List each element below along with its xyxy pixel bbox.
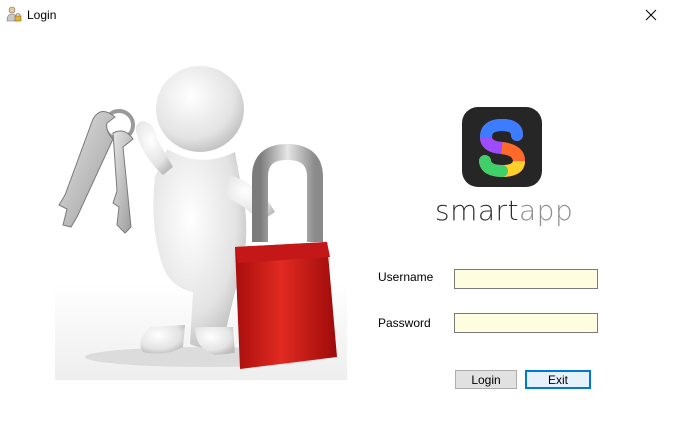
- username-input[interactable]: [454, 269, 598, 289]
- username-label: Username: [378, 270, 434, 284]
- password-input[interactable]: [454, 313, 598, 333]
- padlock-icon: [235, 143, 337, 369]
- app-logo-icon: [462, 107, 542, 187]
- password-label: Password: [378, 316, 431, 330]
- title-bar: Login: [0, 0, 674, 30]
- exit-button[interactable]: Exit: [525, 370, 591, 389]
- user-lock-icon: [6, 6, 22, 22]
- app-logo-wordmark: smartapp: [435, 194, 573, 227]
- close-button[interactable]: [628, 0, 674, 30]
- logo-word-secondary: app: [519, 194, 574, 227]
- login-button[interactable]: Login: [455, 370, 517, 389]
- keys-icon: [58, 109, 135, 234]
- hero-image: [55, 57, 347, 380]
- window-title: Login: [27, 8, 57, 22]
- logo-word-primary: smart: [435, 194, 520, 227]
- close-icon: [645, 9, 657, 21]
